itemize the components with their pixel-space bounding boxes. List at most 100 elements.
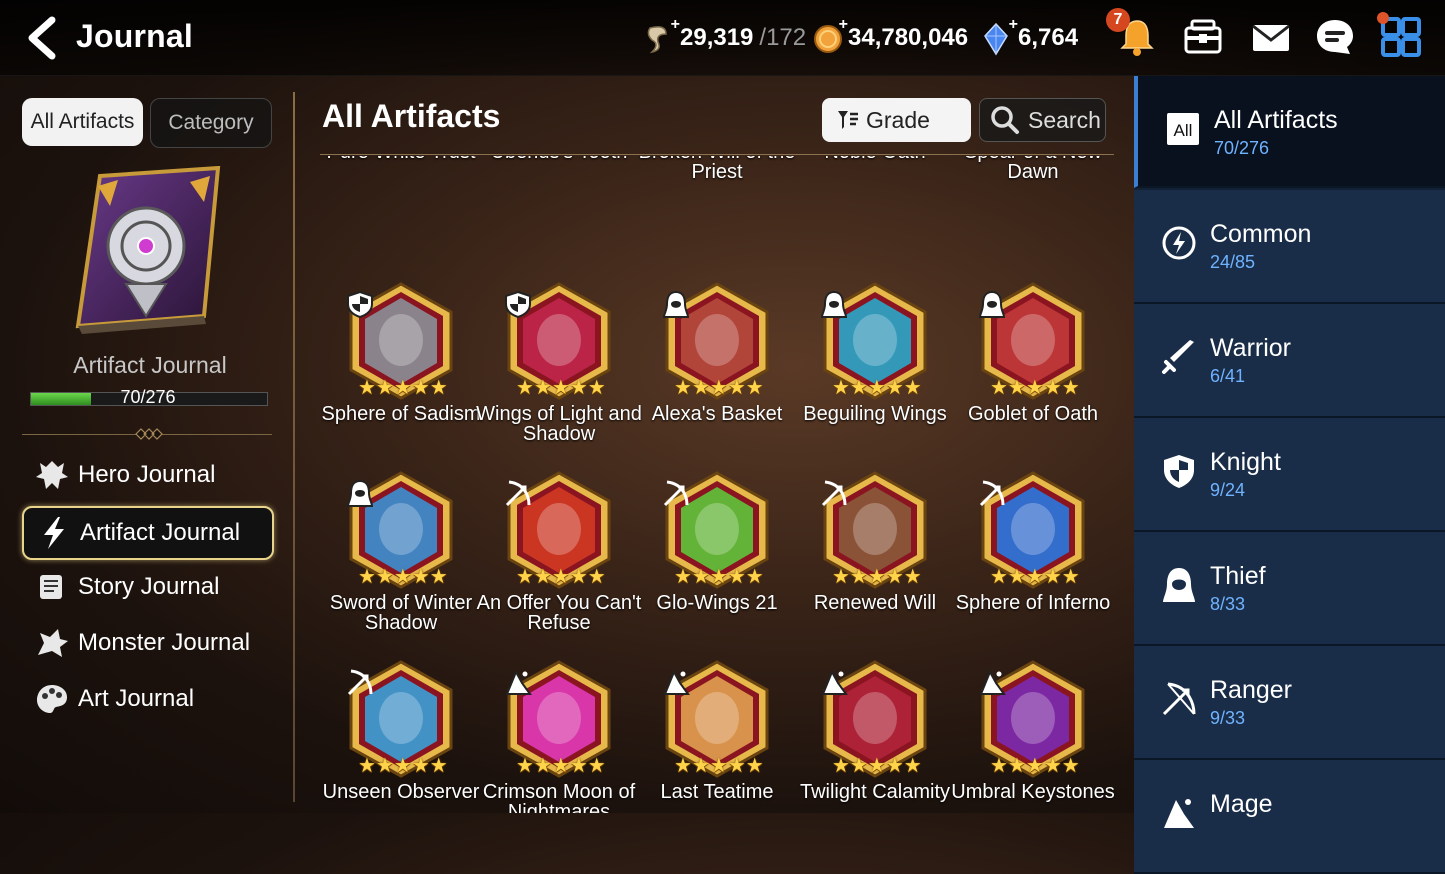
category-name: Ranger — [1210, 676, 1292, 704]
artifact-card[interactable]: ★ ★ ★ ★ ★ An Offer You Can't Refuse — [476, 471, 641, 661]
lightning-icon — [44, 517, 64, 549]
panel-separator — [293, 92, 295, 802]
category-name: Common — [1210, 220, 1312, 248]
thief-class-icon — [662, 290, 690, 318]
artifact-name: Unseen Observer — [322, 781, 480, 803]
artifact-card[interactable]: ★ ★ ★ ★ ★ Sphere of Inferno — [950, 471, 1110, 661]
common-icon — [1162, 226, 1196, 260]
artifact-name: Pure White Trust — [318, 156, 484, 162]
nav-label: Artifact Journal — [80, 519, 241, 546]
crystal-display[interactable]: + 6,764 — [982, 16, 1079, 56]
all-icon: All — [1167, 113, 1199, 145]
mage-class-icon — [663, 669, 690, 695]
ranger-class-icon — [979, 480, 1005, 507]
nav-monster-journal[interactable]: Monster Journal — [22, 618, 270, 668]
artifact-card[interactable]: ★ ★ ★ ★ ★ Unseen Observer — [318, 660, 479, 813]
filter-icon — [838, 111, 858, 129]
back-arrow-icon[interactable] — [22, 16, 62, 60]
ranger-class-icon — [663, 480, 689, 507]
nav-artifact-journal[interactable]: Artifact Journal — [22, 506, 274, 560]
nav-art-journal[interactable]: Art Journal — [22, 674, 270, 724]
all-glyph: All — [1174, 121, 1193, 140]
star-rating: ★ ★ ★ ★ ★ — [516, 377, 606, 399]
ranger-icon — [1162, 682, 1196, 716]
star-rating: ★ ★ ★ ★ ★ — [832, 377, 922, 399]
star-rating: ★ ★ ★ ★ ★ — [358, 377, 448, 399]
stamina-display[interactable]: + 29,319/172 — [644, 16, 806, 54]
category-mage[interactable]: Mage — [1134, 760, 1445, 874]
artifact-card[interactable]: ★ ★ ★ ★ ★ Renewed Will — [792, 471, 952, 661]
category-common[interactable]: Common 24/85 — [1134, 190, 1445, 304]
artifact-card[interactable]: ★ ★ ★ ★ ★ Twilight Calamity — [792, 660, 952, 813]
artifact-name: Noble Oath — [792, 156, 958, 162]
chat-icon[interactable] — [1314, 16, 1356, 58]
artifact-card[interactable]: ★★★★★Spear of a New Dawn — [950, 156, 1110, 210]
star-rating: ★ ★ ★ ★ ★ — [990, 566, 1080, 588]
search-button[interactable]: Search — [979, 98, 1106, 142]
ranger-class-icon — [821, 480, 847, 507]
category-count: 6/41 — [1210, 366, 1246, 386]
inventory-chest-icon[interactable] — [1182, 16, 1224, 58]
category-knight[interactable]: Knight 9/24 — [1134, 418, 1445, 532]
nav-hero-journal[interactable]: Hero Journal — [22, 450, 270, 500]
category-all-artifacts[interactable]: All All Artifacts 70/276 — [1134, 76, 1445, 188]
artifact-card[interactable]: ★ ★ ★ ★ ★ Crimson Moon of Nightmares — [476, 660, 636, 813]
category-ranger[interactable]: Ranger 9/33 — [1134, 646, 1445, 760]
category-name: All Artifacts — [1214, 106, 1338, 134]
scroll-icon — [40, 575, 62, 599]
artifact-card[interactable]: ★ ★ ★ ★ ★ Glo-Wings 21 — [634, 471, 794, 661]
page-title: Journal — [76, 18, 193, 54]
knight-class-icon — [347, 290, 373, 318]
star-rating: ★ ★ ★ ★ ★ — [832, 566, 922, 588]
artifact-name: Goblet of Oath — [967, 403, 1099, 425]
artifact-name: Beguiling Wings — [803, 403, 947, 425]
category-count: 9/24 — [1210, 480, 1246, 500]
artifact-card[interactable]: ★★★★★Pure White Trust — [318, 156, 478, 210]
artifact-card[interactable]: ★ ★ ★ ★ ★ Sword of Winter Shadow — [318, 471, 478, 661]
artifact-card[interactable]: ★ ★ ★ ★ ★ Last Teatime — [634, 660, 794, 813]
artifact-name: Alexa's Basket — [651, 403, 783, 425]
crystal-icon: + — [982, 16, 1018, 56]
search-label: Search — [1028, 106, 1101, 133]
category-warrior[interactable]: Warrior 6/41 — [1134, 304, 1445, 418]
palette-icon — [37, 685, 67, 713]
ranger-class-icon — [347, 669, 373, 696]
category-thief[interactable]: Thief 8/33 — [1134, 532, 1445, 646]
left-panel: All Artifacts Category Artifact Journal … — [0, 76, 300, 813]
artifact-card[interactable]: ★ ★ ★ ★ ★ Beguiling Wings — [792, 282, 952, 472]
artifact-card[interactable]: ★★★★★Uberius's Tooth — [476, 156, 636, 210]
artifact-card[interactable]: ★★★★★Broken Will of the Priest — [634, 156, 796, 210]
hero-icon — [36, 461, 68, 489]
mail-icon[interactable] — [1250, 16, 1292, 58]
artifact-card[interactable]: ★ ★ ★ ★ ★ Alexa's Basket — [634, 282, 794, 472]
nav-story-journal[interactable]: Story Journal — [22, 562, 270, 612]
artifact-name: Glo-Wings 21 — [656, 592, 778, 614]
thief-icon — [1163, 568, 1195, 602]
section-title: All Artifacts — [322, 98, 501, 134]
gold-coin-icon: + — [812, 16, 848, 54]
gold-display[interactable]: + 34,780,046 — [812, 16, 969, 54]
artifact-card[interactable]: ★ ★ ★ ★ ★ Umbral Keystones — [950, 660, 1115, 813]
nav-label: Hero Journal — [78, 461, 216, 488]
crystal-value: 6,764 — [1018, 24, 1079, 51]
knight-class-icon — [505, 290, 531, 318]
artifact-card[interactable]: ★ ★ ★ ★ ★ Wings of Light and Shadow — [476, 282, 642, 472]
artifact-journal-book-image — [75, 166, 221, 334]
tab-all-artifacts[interactable]: All Artifacts — [22, 98, 143, 146]
star-rating: ★ ★ ★ ★ ★ — [832, 755, 922, 777]
star-rating: ★ ★ ★ ★ ★ — [674, 755, 764, 777]
grade-label: Grade — [866, 106, 930, 133]
mage-icon — [1164, 799, 1194, 828]
gold-value: 34,780,046 — [848, 24, 969, 51]
star-rating: ★ ★ ★ ★ ★ — [674, 566, 764, 588]
artifact-card[interactable]: ★ ★ ★ ★ ★ Sphere of Sadism — [318, 282, 480, 472]
artifact-card[interactable]: ★ ★ ★ ★ ★ Goblet of Oath — [950, 282, 1110, 472]
artifact-name: Uberius's Tooth — [476, 156, 642, 162]
artifact-name: Sword of Winter Shadow — [329, 592, 473, 634]
artifact-card[interactable]: ★★★★★Noble Oath — [792, 156, 952, 210]
tab-category[interactable]: Category — [150, 98, 272, 148]
category-name: Thief — [1210, 562, 1266, 590]
artifact-name: Crimson Moon of Nightmares — [482, 781, 636, 813]
grade-sort-button[interactable]: Grade — [822, 98, 971, 142]
nav-label: Story Journal — [78, 573, 220, 600]
